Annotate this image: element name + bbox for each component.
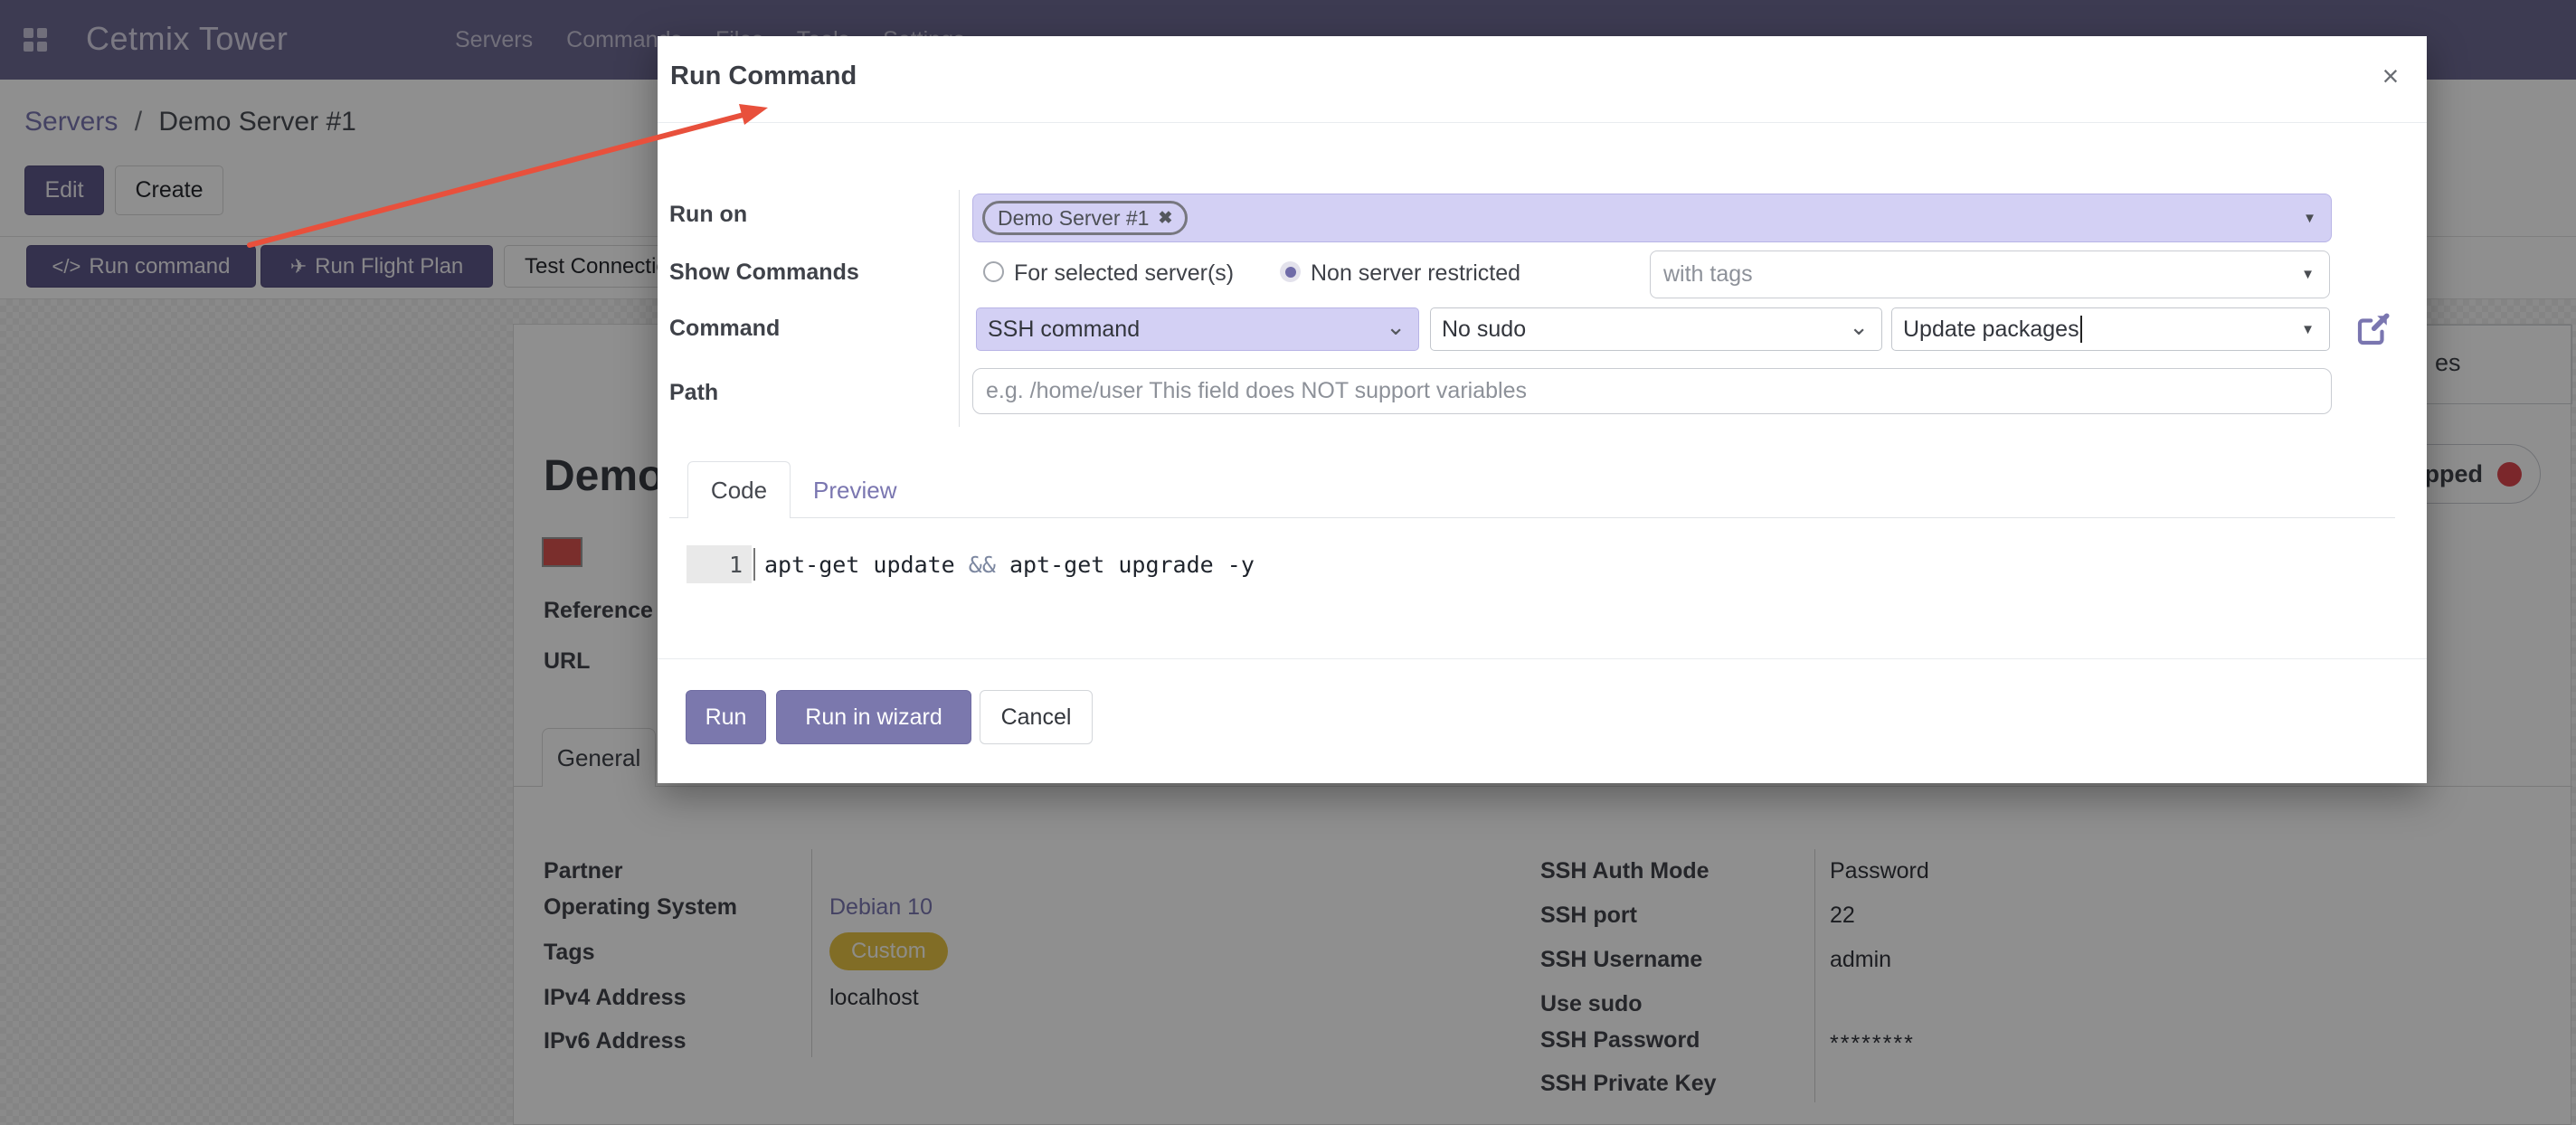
with-tags-select[interactable]: with tags ▼ [1650, 251, 2330, 298]
path-label: Path [669, 380, 718, 406]
modal-footer-divider [658, 658, 2427, 659]
external-link-icon[interactable] [2353, 311, 2391, 349]
radio-for-selected-servers[interactable] [983, 261, 1004, 282]
code-line[interactable]: apt-get update && apt-get upgrade -y [764, 552, 1255, 578]
text-cursor [2080, 316, 2082, 343]
command-label: Command [669, 316, 780, 342]
path-input[interactable]: e.g. /home/user This field does NOT supp… [972, 368, 2332, 414]
tab-preview[interactable]: Preview [813, 477, 896, 505]
radio-non-server-restricted-label[interactable]: Non server restricted [1311, 260, 1520, 287]
run-button[interactable]: Run [686, 690, 766, 744]
command-type-select[interactable]: SSH command ⌄ [976, 307, 1419, 351]
server-tag-pill: Demo Server #1 ✖ [982, 201, 1188, 235]
editor-cursor [753, 548, 755, 581]
close-icon[interactable]: × [2374, 60, 2407, 92]
radio-non-server-restricted[interactable] [1280, 261, 1301, 282]
run-on-label: Run on [669, 202, 747, 228]
with-tags-caret-icon[interactable]: ▼ [2301, 267, 2315, 282]
sudo-select[interactable]: No sudo ⌄ [1430, 307, 1882, 351]
command-caret-icon[interactable]: ▼ [2301, 322, 2315, 337]
code-line-number: 1 [687, 545, 752, 583]
label-column-divider [959, 190, 960, 427]
run-on-multiselect[interactable]: Demo Server #1 ✖ ▼ [972, 194, 2332, 242]
run-in-wizard-button[interactable]: Run in wizard [776, 690, 971, 744]
modal-tabs-border [669, 517, 2395, 518]
radio-for-selected-servers-label[interactable]: For selected server(s) [1014, 260, 1234, 287]
remove-tag-icon[interactable]: ✖ [1158, 208, 1172, 229]
modal-header-divider [658, 122, 2427, 123]
command-input[interactable]: Update packages ▼ [1891, 307, 2330, 351]
modal-title: Run Command [670, 61, 857, 91]
cancel-button[interactable]: Cancel [980, 690, 1093, 744]
show-commands-label: Show Commands [669, 260, 859, 286]
run-on-caret-icon[interactable]: ▼ [2303, 211, 2316, 226]
command-type-chevron-icon[interactable]: ⌄ [1386, 313, 1406, 341]
run-command-modal: Run Command × Run on Show Commands Comma… [658, 36, 2427, 783]
sudo-chevron-icon[interactable]: ⌄ [1849, 313, 1869, 341]
tab-code[interactable]: Code [687, 461, 791, 518]
